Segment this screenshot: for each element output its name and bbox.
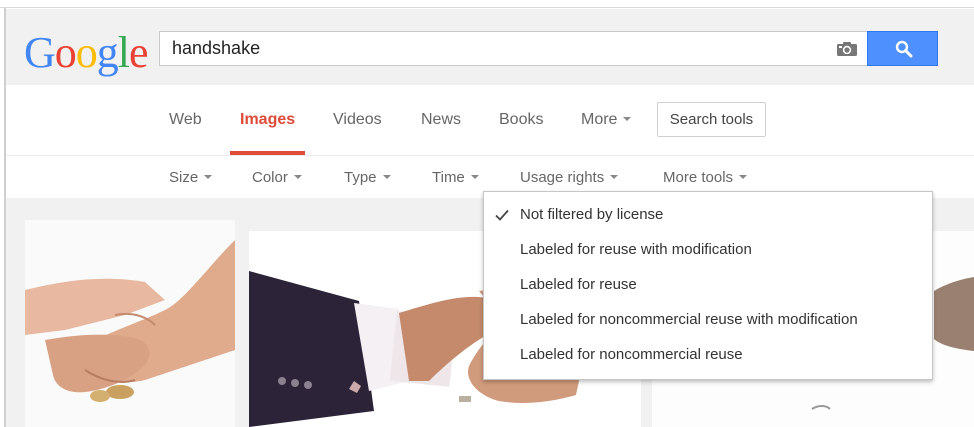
tool-color-label: Color xyxy=(252,169,288,186)
chevron-down-icon xyxy=(382,175,391,180)
tool-more-tools[interactable]: More tools xyxy=(663,169,748,187)
tool-more-tools-label: More tools xyxy=(663,169,734,186)
window-top-edge xyxy=(0,0,974,8)
tool-time[interactable]: Time xyxy=(432,169,479,187)
tab-more-label: More xyxy=(581,111,618,128)
tool-usage-rights-label: Usage rights xyxy=(520,169,605,186)
logo-letter: G xyxy=(24,28,56,77)
tool-type-label: Type xyxy=(344,169,377,186)
checkmark-icon xyxy=(495,209,509,221)
magnifier-icon xyxy=(895,40,913,58)
logo-letter: g xyxy=(96,28,119,77)
tool-type[interactable]: Type xyxy=(344,169,391,187)
logo-letter: o xyxy=(54,28,77,77)
menu-item-reuse[interactable]: Labeled for reuse xyxy=(484,272,932,298)
menu-item-noncommercial-modification[interactable]: Labeled for noncommercial reuse with mod… xyxy=(484,307,932,333)
tab-images[interactable]: Images xyxy=(240,110,295,130)
tool-size[interactable]: Size xyxy=(169,169,213,187)
chevron-down-icon xyxy=(470,175,479,180)
handshake-image xyxy=(25,240,235,402)
chevron-down-icon xyxy=(293,175,302,180)
search-tools-button[interactable]: Search tools xyxy=(657,102,766,137)
chevron-down-icon xyxy=(610,175,619,180)
usage-rights-menu: Not filtered by license Labeled for reus… xyxy=(483,191,933,380)
tab-web[interactable]: Web xyxy=(169,110,202,130)
search-type-nav: Web Images Videos News Books More Search… xyxy=(6,85,974,155)
menu-item-label: Not filtered by license xyxy=(520,206,664,223)
chevron-down-icon xyxy=(623,116,632,121)
search-box xyxy=(159,31,867,66)
logo-letter: e xyxy=(129,28,149,77)
tab-videos[interactable]: Videos xyxy=(333,110,382,130)
menu-item-reuse-modification[interactable]: Labeled for reuse with modification xyxy=(484,237,932,263)
menu-item-label: Labeled for noncommercial reuse with mod… xyxy=(520,311,858,328)
chevron-down-icon xyxy=(739,175,748,180)
logo-letter: l xyxy=(117,28,130,77)
camera-icon[interactable] xyxy=(836,41,858,57)
tool-usage-rights[interactable]: Usage rights xyxy=(520,169,619,187)
tab-books[interactable]: Books xyxy=(499,110,543,130)
tab-more[interactable]: More xyxy=(581,110,632,130)
menu-item-noncommercial[interactable]: Labeled for noncommercial reuse xyxy=(484,342,932,368)
image-result[interactable] xyxy=(25,220,235,427)
tool-time-label: Time xyxy=(432,169,465,186)
tool-color[interactable]: Color xyxy=(252,169,302,187)
tool-size-label: Size xyxy=(169,169,199,186)
tab-news[interactable]: News xyxy=(421,110,461,130)
search-input[interactable] xyxy=(172,32,812,65)
menu-item-label: Labeled for reuse with modification xyxy=(520,241,752,258)
menu-item-not-filtered[interactable]: Not filtered by license xyxy=(484,202,932,228)
logo-letter: o xyxy=(75,28,98,77)
chevron-down-icon xyxy=(204,175,213,180)
google-logo[interactable]: Google xyxy=(24,28,149,77)
menu-item-label: Labeled for noncommercial reuse xyxy=(520,346,743,363)
menu-item-label: Labeled for reuse xyxy=(520,276,637,293)
search-button[interactable] xyxy=(867,31,938,66)
